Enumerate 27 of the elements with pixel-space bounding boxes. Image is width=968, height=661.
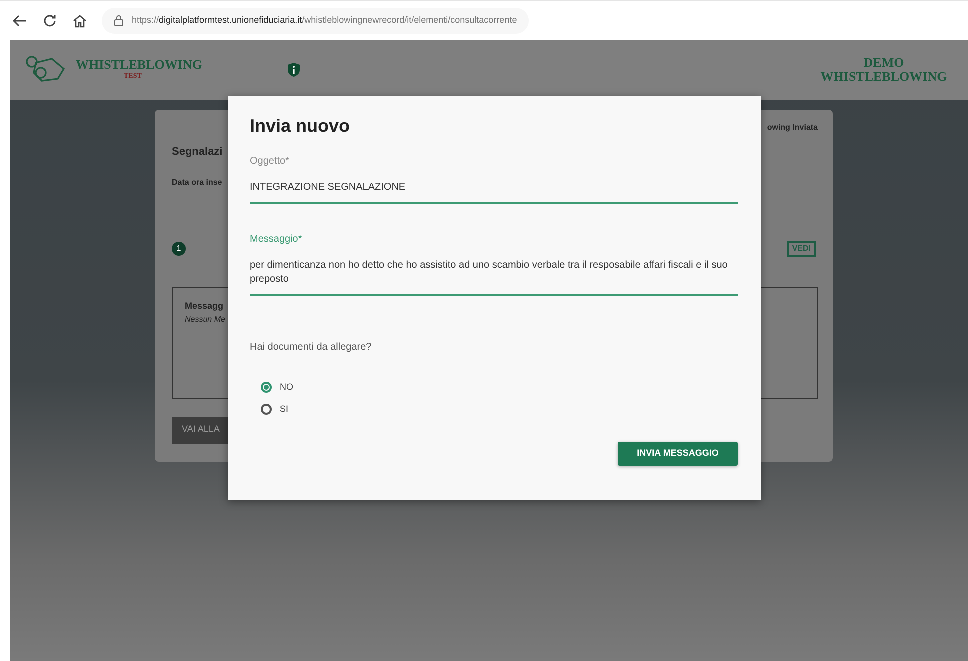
radio-label: NO	[280, 381, 294, 394]
question-text: Hai documenti da allegare?	[250, 341, 373, 356]
empty-messages-text: Nessun Me	[185, 315, 226, 324]
text-field[interactable]: per dimenticanza non ho detto che ho assistito ad uno scambio verbale tra il resposabile affari fiscali e il suo preposto	[250, 259, 738, 296]
radio-button[interactable]	[261, 382, 272, 394]
url-text: https://digitalplatformtest.unionefiduciaria.it/whistleblowingnewrecord/it/elementi/consultacorrente	[132, 14, 518, 27]
back-button[interactable]: VAI ALLA	[172, 416, 230, 444]
app-title: DEMO WHISTLEBLOWING	[820, 56, 948, 84]
back-icon[interactable]	[12, 12, 28, 28]
radio-button[interactable]	[261, 404, 272, 415]
lock-icon	[114, 14, 124, 26]
reload-icon[interactable]	[42, 12, 58, 28]
field-label: Messaggio*	[250, 233, 304, 248]
page-title: Segnalazi	[172, 145, 223, 160]
logo-title: WHISTLEBLOWING	[76, 58, 202, 72]
step-number: 1	[172, 242, 186, 256]
modal-title: Invia nuovo	[250, 116, 352, 138]
home-icon[interactable]	[72, 12, 88, 28]
address-bar[interactable]: https://digitalplatformtest.unionefiduciaria.it/whistleblowingnewrecord/it/elementi/consultacorrente	[102, 8, 530, 34]
date-label: Data ora inse	[172, 176, 222, 188]
status-label: owing Inviata	[767, 122, 818, 134]
field-label: Oggetto*	[250, 154, 290, 169]
radio-label: SI	[280, 402, 289, 416]
send-message-button[interactable]: INVIA MESSAGGIO	[618, 442, 738, 466]
messages-title: Messagg	[185, 300, 224, 313]
shield-info-icon	[288, 63, 300, 77]
text-field[interactable]: INTEGRAZIONE SEGNALAZIONE	[250, 180, 738, 204]
